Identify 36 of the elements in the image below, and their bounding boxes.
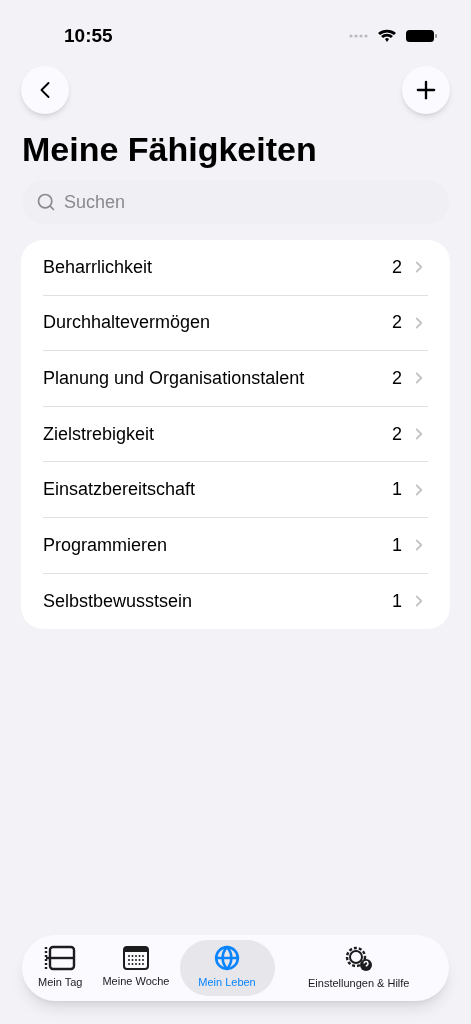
skill-count: 2 [392,255,402,279]
wifi-icon [377,29,397,43]
search-icon [36,192,56,212]
skill-row[interactable]: Einsatzbereitschaft 1 [43,462,428,518]
skill-row[interactable]: Planung und Organisationstalent 2 [43,351,428,407]
skill-count: 2 [392,311,402,335]
skill-name: Einsatzbereitschaft [43,478,197,502]
skill-row[interactable]: Zielstrebigkeit 2 [43,406,428,463]
skill-count: 1 [392,478,402,502]
tab-item[interactable]: Meine Woche [92,940,180,996]
skill-count: 2 [392,367,402,390]
skill-row[interactable]: Beharrlichkeit 2 [43,240,428,296]
globe-icon [214,945,240,972]
back-button[interactable] [21,66,69,114]
skill-row[interactable]: Programmieren 1 [43,517,428,574]
page-title: Meine Fähigkeiten [21,129,318,170]
tab-item[interactable]: Einstellungen & Hilfe [274,940,443,996]
skill-name: Programmieren [43,533,169,557]
signal-icon [349,34,369,38]
tab-item[interactable]: Mein Tag [28,940,93,996]
skill-row[interactable]: Durchhaltevermögen 2 [43,295,428,352]
skill-count: 2 [392,422,402,446]
status-time: 10:55 [64,23,113,48]
add-button[interactable] [402,66,450,114]
calendar-icon [122,946,149,971]
skill-name: Beharrlichkeit [43,255,154,279]
battery-icon [405,30,437,42]
search-input[interactable]: Suchen [64,188,435,216]
day-view-icon [44,945,77,972]
skill-count: 1 [392,533,402,557]
skill-name: Durchhaltevermögen [43,311,212,335]
skill-count: 1 [392,589,402,613]
skill-name: Selbstbewusstsein [43,589,194,613]
skill-name: Zielstrebigkeit [43,422,156,446]
skill-row[interactable]: Selbstbewusstsein 1 [43,573,428,630]
skill-name: Planung und Organisationstalent [43,367,306,390]
